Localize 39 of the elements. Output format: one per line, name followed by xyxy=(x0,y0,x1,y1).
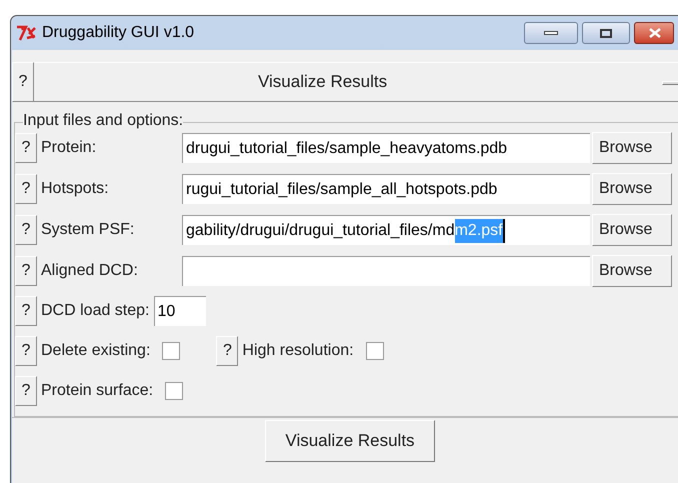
browse-button[interactable]: Browse xyxy=(592,255,672,287)
feather-logo-icon xyxy=(16,24,38,42)
collapse-icon xyxy=(662,81,678,85)
option-label: Delete existing: xyxy=(40,341,152,361)
visualize-button[interactable]: Visualize Results xyxy=(265,420,435,462)
help-button[interactable]: ? xyxy=(15,376,37,406)
path-field[interactable] xyxy=(182,256,590,286)
close-button[interactable] xyxy=(634,22,674,44)
group-title: Input files and options: xyxy=(23,111,184,131)
checkbox[interactable] xyxy=(162,342,180,360)
option-label: High resolution: xyxy=(241,341,355,361)
close-icon xyxy=(649,28,661,38)
field-label: Hotspots: xyxy=(40,179,110,199)
checkbox[interactable] xyxy=(366,342,384,360)
help-button[interactable]: ? xyxy=(15,296,37,326)
browse-button[interactable]: Browse xyxy=(592,214,672,246)
help-button[interactable]: ? xyxy=(216,336,238,366)
maximize-button[interactable] xyxy=(582,22,630,44)
checkbox[interactable] xyxy=(165,382,184,400)
browse-button[interactable]: Browse xyxy=(592,132,672,164)
path-field[interactable]: drugui_tutorial_files/sample_heavyatoms.pdb xyxy=(182,133,590,163)
load-step-field[interactable]: 10 xyxy=(154,296,206,326)
field-label: System PSF: xyxy=(40,220,136,240)
field-label: DCD load step: xyxy=(40,301,150,321)
path-field[interactable]: rugui_tutorial_files/sample_all_hotspots.pdb xyxy=(182,174,590,204)
help-button[interactable]: ? xyxy=(15,215,37,245)
window-title: Druggability GUI v1.0 xyxy=(42,23,194,43)
browse-button[interactable]: Browse xyxy=(592,173,672,205)
minimize-button[interactable] xyxy=(524,22,578,44)
path-field[interactable]: gability/drugui/drugui_tutorial_files/mdm2.psf xyxy=(182,215,590,245)
field-label: Protein: xyxy=(40,138,98,158)
option-label: Protein surface: xyxy=(40,381,154,401)
help-button[interactable]: ? xyxy=(15,133,37,163)
help-button[interactable]: ? xyxy=(15,336,37,366)
help-button[interactable]: ? xyxy=(12,62,34,102)
section-title: Visualize Results xyxy=(258,71,388,94)
help-button[interactable]: ? xyxy=(15,256,37,286)
help-button[interactable]: ? xyxy=(15,174,37,204)
field-label: Aligned DCD: xyxy=(40,261,139,281)
